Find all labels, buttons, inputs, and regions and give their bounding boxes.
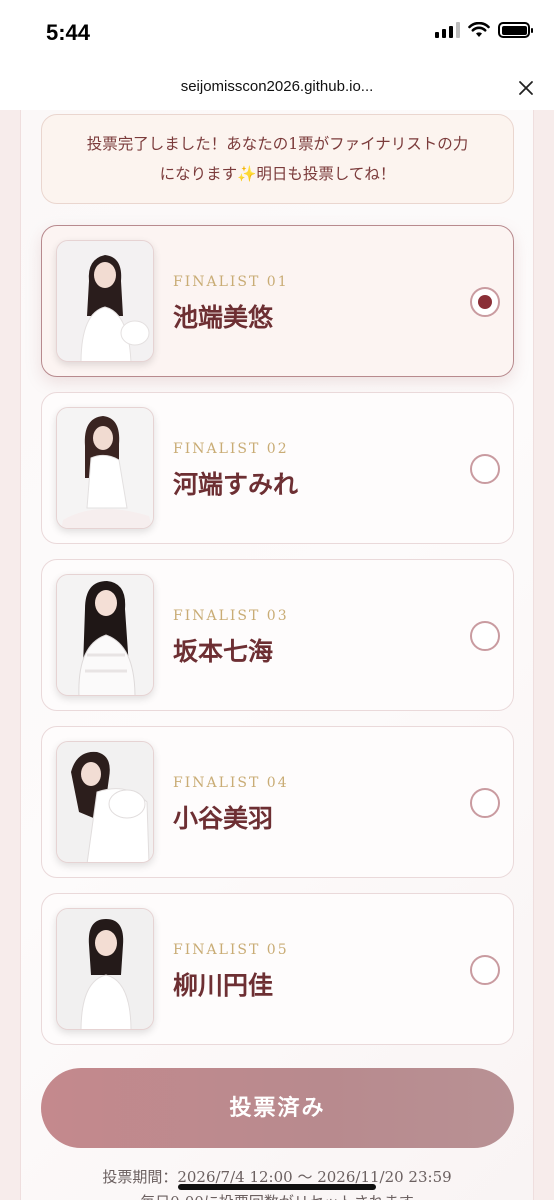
- finalist-number: FINALIST 04: [173, 775, 289, 791]
- close-icon[interactable]: [514, 76, 538, 100]
- url-text[interactable]: seijomisscon2026.github.io...: [0, 78, 554, 95]
- vote-panel: 投票完了しました！あなたの1票がファイナリストの力 になります✨明日も投票してね…: [20, 110, 534, 1200]
- radio-button[interactable]: [470, 955, 500, 985]
- battery-icon: [498, 22, 533, 38]
- signal-icon: [435, 22, 460, 38]
- notice-line-2: になります✨明日も投票してね！: [159, 165, 396, 183]
- finalist-photo: [56, 741, 154, 863]
- finalist-photo: [56, 407, 154, 529]
- finalist-name: 池端美悠: [173, 303, 274, 332]
- finalist-number: FINALIST 05: [173, 942, 289, 958]
- finalist-name: 河端すみれ: [173, 470, 299, 499]
- finalist-name: 柳川円佳: [173, 971, 274, 1000]
- home-indicator[interactable]: [178, 1184, 376, 1190]
- wifi-icon: [468, 22, 490, 37]
- finalist-photo: [56, 240, 154, 362]
- finalist-card-02[interactable]: FINALIST 02 河端すみれ: [41, 392, 514, 544]
- finalist-card-01[interactable]: FINALIST 01 池端美悠: [41, 225, 514, 377]
- notice-line-1: 投票完了しました！あなたの1票がファイナリストの力: [86, 135, 469, 153]
- finalist-photo: [56, 908, 154, 1030]
- finalist-name: 坂本七海: [173, 637, 274, 666]
- status-time: 5:44: [46, 20, 91, 45]
- finalist-name: 小谷美羽: [173, 804, 274, 833]
- vote-complete-notice: 投票完了しました！あなたの1票がファイナリストの力 になります✨明日も投票してね…: [41, 114, 514, 204]
- finalist-card-05[interactable]: FINALIST 05 柳川円佳: [41, 893, 514, 1045]
- vote-button[interactable]: 投票済み: [41, 1068, 514, 1148]
- radio-button[interactable]: [470, 621, 500, 651]
- radio-button[interactable]: [470, 454, 500, 484]
- finalist-number: FINALIST 02: [173, 441, 289, 457]
- finalist-number: FINALIST 03: [173, 608, 289, 624]
- finalist-card-03[interactable]: FINALIST 03 坂本七海: [41, 559, 514, 711]
- finalist-number: FINALIST 01: [173, 274, 289, 290]
- finalist-photo: [56, 574, 154, 696]
- browser-url-bar: seijomisscon2026.github.io...: [0, 66, 554, 110]
- radio-button-selected[interactable]: [470, 287, 500, 317]
- status-bar: 5:44: [0, 0, 554, 66]
- status-icons: [435, 22, 533, 38]
- radio-button[interactable]: [470, 788, 500, 818]
- finalist-card-04[interactable]: FINALIST 04 小谷美羽: [41, 726, 514, 878]
- reset-note: 毎日0:00に投票回数がリセットされます: [21, 1191, 533, 1200]
